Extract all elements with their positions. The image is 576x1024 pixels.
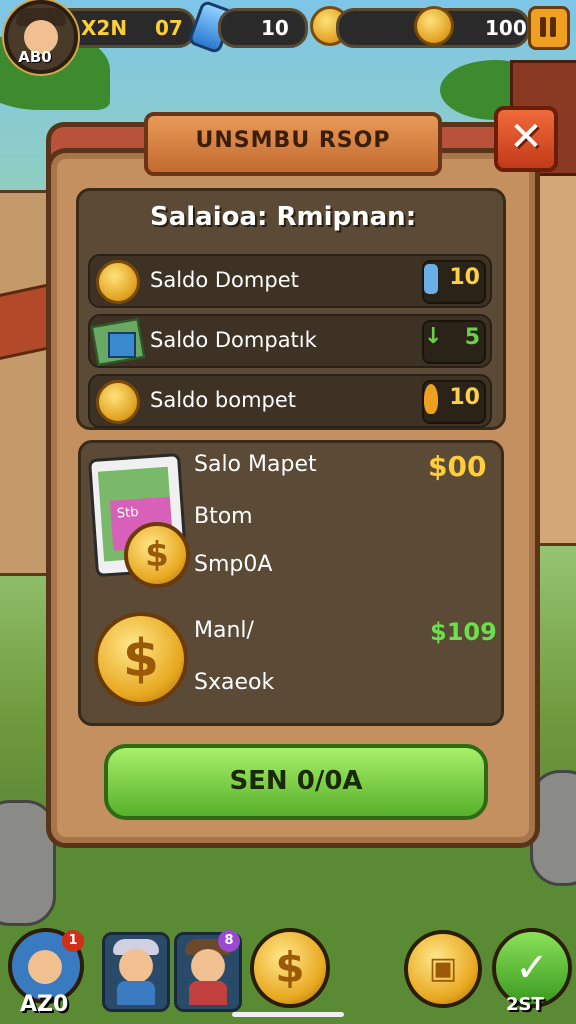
character-slot-1[interactable] [102, 932, 170, 1012]
shop-title-plate: UNSMBU RSOP [144, 112, 442, 176]
top-hud: X2N 07 10 100 AB0 [0, 0, 576, 74]
arrow-down-icon: ↓ [424, 324, 443, 349]
balance-row-1[interactable]: Saldo Dompet 10 [88, 254, 492, 308]
gem-count: 10 [261, 16, 289, 40]
balance-label: Saldo bompet [150, 388, 297, 412]
balance-value: 10 [449, 385, 480, 410]
pause-button[interactable] [528, 6, 570, 50]
coin-icon [414, 6, 454, 46]
coin-icon [96, 380, 140, 424]
offer-line-2: Smp0A [194, 552, 273, 577]
check-icon: ✓ [515, 945, 549, 991]
xp-label: X2N [81, 16, 128, 40]
flame-icon [424, 384, 438, 414]
hero-label: AZ0 [20, 992, 69, 1017]
offer-line-3: Sxaeok [194, 670, 275, 695]
balance-subtitle: Salaioa: Rmipnan: [150, 202, 417, 232]
balance-label: Saldo Dompet [150, 268, 299, 292]
offer-price-2: $109 [430, 618, 497, 646]
dollar-coin-icon: $ [124, 522, 190, 588]
balance-value: 5 [464, 325, 480, 350]
face-icon [191, 949, 225, 983]
level-value: 07 [155, 16, 183, 40]
balance-value: 10 [449, 265, 480, 290]
coin-shop-button[interactable]: $ [250, 928, 330, 1008]
close-button[interactable]: ✕ [494, 106, 558, 172]
buy-button[interactable]: SEN 0/0A [104, 744, 488, 820]
notification-badge: 8 [218, 930, 240, 952]
dollar-coin-icon[interactable]: $ [94, 612, 188, 706]
bottle-icon [424, 264, 438, 294]
coin-count: 100 [485, 16, 527, 40]
card-icon [108, 332, 136, 358]
face-icon [119, 949, 153, 983]
gem-pill[interactable]: 10 [218, 8, 308, 48]
balance-row-3[interactable]: Saldo bompet 10 [88, 374, 492, 428]
bundle-text: Stb [116, 504, 139, 522]
offer-title-2: Manl/ [194, 618, 254, 643]
balance-label: Saldo Dompatık [150, 328, 317, 352]
treasure-button[interactable]: ▣ [404, 930, 482, 1008]
right-label: 2ST [506, 994, 544, 1015]
offer-price: $00 [428, 450, 487, 483]
character-body [189, 981, 227, 1005]
offer-title: Salo Mapet [194, 452, 317, 477]
face-icon [28, 950, 62, 984]
character-body [117, 981, 155, 1005]
buy-button-label: SEN 0/0A [229, 766, 363, 796]
coin-icon [96, 260, 140, 304]
home-indicator [232, 1012, 344, 1017]
avatar-label: AB0 [18, 48, 52, 66]
shop-title: UNSMBU RSOP [195, 128, 391, 153]
offer-line-1: Btom [194, 504, 253, 529]
bottom-hud: 1 AZ0 8 $ ▣ ✓ 2ST [0, 920, 576, 1024]
notification-badge: 1 [62, 930, 84, 952]
close-icon: ✕ [509, 114, 543, 160]
balance-row-2[interactable]: Saldo Dompatık ↓ 5 [88, 314, 492, 368]
